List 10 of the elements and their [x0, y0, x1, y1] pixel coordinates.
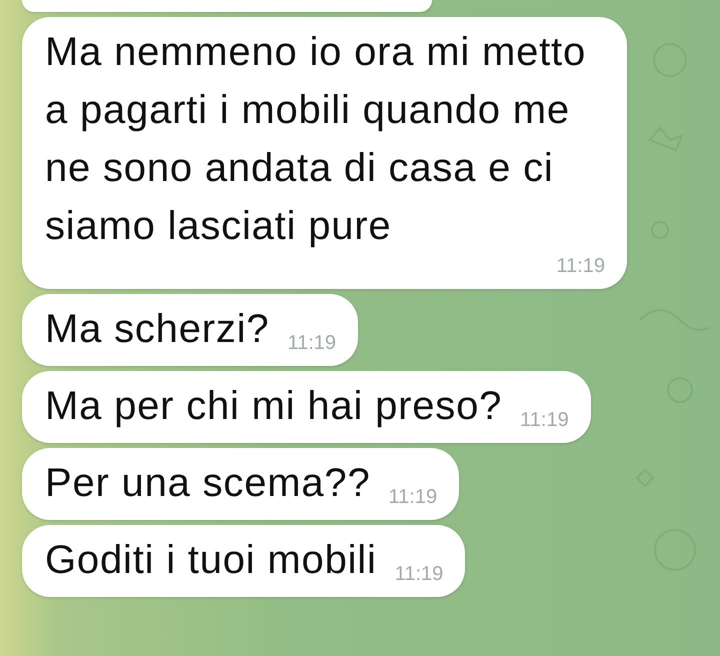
- message-text: Ma scherzi?: [45, 306, 270, 353]
- message-time: 11:19: [287, 332, 336, 354]
- message-time: 11:19: [520, 409, 569, 431]
- message-time: 11:19: [388, 486, 438, 508]
- message-time: 11:19: [394, 563, 444, 585]
- message-text: Per una scema??: [45, 460, 371, 507]
- message-text: Ma nemmeno io ora mi metto a pagarti i mobili quando me ne sono andata di casa e ci siamo lasciati pure: [45, 29, 587, 250]
- message-text: Ma per chi mi hai preso?: [45, 383, 502, 430]
- message-time: 11:19: [556, 255, 605, 277]
- message-text: Goditi i tuoi mobili: [45, 537, 377, 584]
